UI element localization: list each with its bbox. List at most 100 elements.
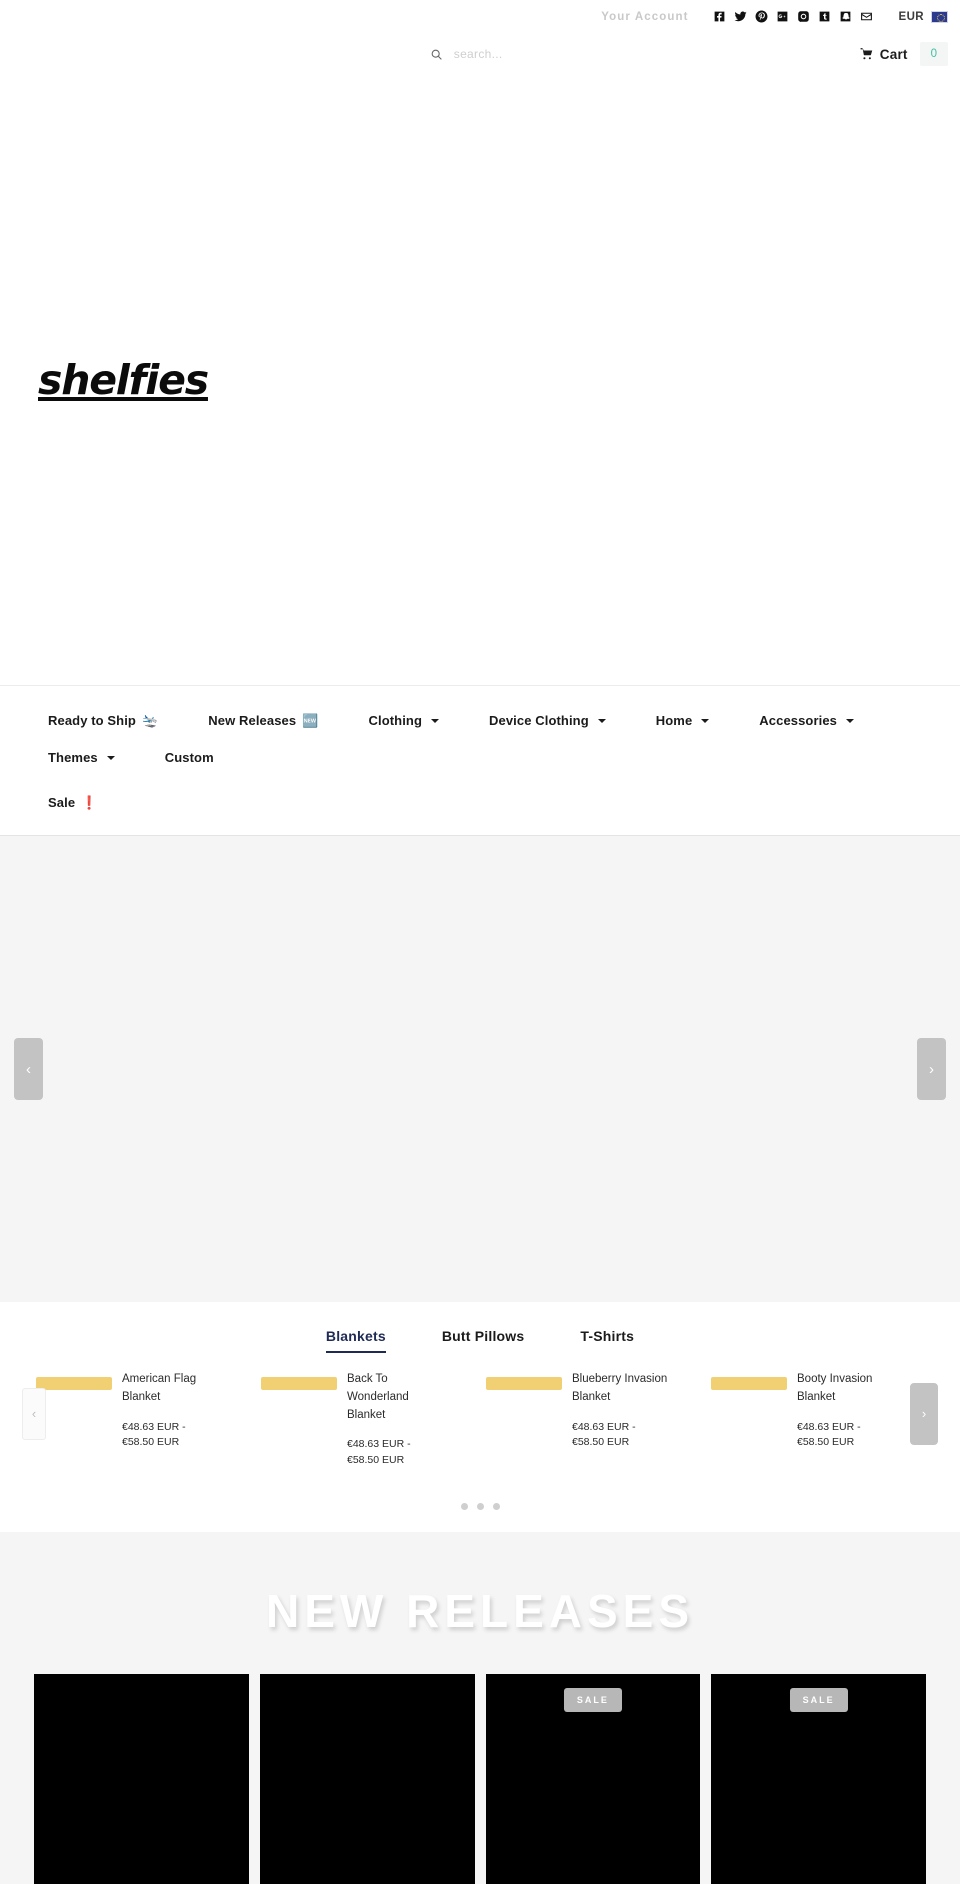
product-thumbnail xyxy=(36,1377,112,1390)
logo-block: shelfies xyxy=(0,75,960,685)
hero-next-button[interactable]: › xyxy=(917,1038,946,1100)
pinterest-icon[interactable] xyxy=(755,10,768,23)
sale-badge: SALE xyxy=(789,1687,848,1712)
social-links xyxy=(713,10,873,23)
nav-second-row: Sale ❗ xyxy=(34,784,934,821)
instagram-icon[interactable] xyxy=(797,10,810,23)
nav-item-custom[interactable]: Custom xyxy=(151,739,228,776)
snapchat-icon[interactable] xyxy=(839,10,852,23)
nav-item-ready-to-ship[interactable]: Ready to Ship 🛬 xyxy=(34,702,172,739)
twitter-icon[interactable] xyxy=(734,10,747,23)
nav-label: Custom xyxy=(164,750,214,765)
nav-item-device-clothing[interactable]: Device Clothing xyxy=(475,702,620,739)
product-card[interactable]: Blueberry Invasion Blanket €48.63 EUR - … xyxy=(480,1371,705,1469)
tab-butt-pillows[interactable]: Butt Pillows xyxy=(442,1328,525,1353)
product-title: Back To Wonderland Blanket xyxy=(347,1373,409,1421)
nav-item-new-releases[interactable]: New Releases 🆕 xyxy=(194,702,332,739)
product-thumbnail xyxy=(711,1377,787,1390)
main-navigation: Ready to Ship 🛬 New Releases 🆕 Clothing … xyxy=(0,685,960,836)
sale-badge: SALE xyxy=(563,1687,622,1712)
product-card[interactable]: American Flag Blanket €48.63 EUR - €58.5… xyxy=(30,1371,255,1469)
googleplus-icon[interactable] xyxy=(776,10,789,23)
product-price: €48.63 EUR - €58.50 EUR xyxy=(572,1420,636,1449)
chevron-down-icon xyxy=(701,718,710,723)
release-image xyxy=(259,1673,475,1884)
nav-label: Accessories xyxy=(759,713,838,728)
tab-blankets[interactable]: Blankets xyxy=(325,1328,386,1353)
airplane-icon: 🛬 xyxy=(141,713,159,728)
cart-group[interactable]: Cart 0 xyxy=(860,42,948,66)
product-carousel: ‹ American Flag Blanket €48.63 EUR - €58… xyxy=(0,1353,960,1475)
utility-bar: Your Account EUR xyxy=(0,0,960,33)
product-price: €48.63 EUR - €58.50 EUR xyxy=(347,1438,411,1467)
cart-label: Cart xyxy=(879,46,908,62)
tab-t-shirts[interactable]: T-Shirts xyxy=(580,1328,634,1353)
release-card[interactable] xyxy=(259,1673,475,1884)
carousel-track: American Flag Blanket €48.63 EUR - €58.5… xyxy=(0,1371,960,1469)
nav-label: Themes xyxy=(48,750,98,765)
nav-item-accessories[interactable]: Accessories xyxy=(745,702,868,739)
nav-label: Device Clothing xyxy=(489,713,589,728)
facebook-icon[interactable] xyxy=(713,10,726,23)
search-icon[interactable] xyxy=(430,48,443,61)
product-card[interactable]: Booty Invasion Blanket €48.63 EUR - €58.… xyxy=(705,1371,930,1469)
nav-label: Sale xyxy=(48,795,76,810)
carousel-pagination xyxy=(0,1474,960,1532)
release-image: SALE xyxy=(711,1673,926,1884)
carousel-dot-2[interactable] xyxy=(476,1502,484,1510)
nav-list: Ready to Ship 🛬 New Releases 🆕 Clothing … xyxy=(34,702,934,821)
product-info: Back To Wonderland Blanket €48.63 EUR - … xyxy=(347,1371,443,1469)
chevron-down-icon xyxy=(846,718,855,723)
nav-item-home[interactable]: Home xyxy=(642,702,724,739)
nav-label: Ready to Ship xyxy=(48,713,136,728)
product-thumbnail xyxy=(261,1377,337,1390)
currency-code: EUR xyxy=(898,10,924,23)
carousel-dot-1[interactable] xyxy=(460,1502,468,1510)
product-thumbnail xyxy=(486,1377,562,1390)
product-tabs-section: Blankets Butt Pillows T-Shirts xyxy=(0,1302,960,1353)
release-card[interactable]: SALE xyxy=(485,1673,701,1884)
cart-button[interactable]: Cart xyxy=(860,47,908,62)
product-title: Booty Invasion Blanket xyxy=(797,1373,873,1403)
product-info: Blueberry Invasion Blanket €48.63 EUR - … xyxy=(572,1371,668,1469)
nav-item-themes[interactable]: Themes xyxy=(34,739,129,776)
nav-label: Clothing xyxy=(368,713,423,728)
page-title: NEW RELEASES xyxy=(265,1584,695,1637)
release-card[interactable]: SALE xyxy=(711,1673,926,1884)
search-cart-row: Cart 0 xyxy=(0,33,960,75)
nav-item-clothing[interactable]: Clothing xyxy=(355,702,454,739)
product-tab-list: Blankets Butt Pillows T-Shirts xyxy=(0,1328,960,1353)
new-releases-section: NEW RELEASES SALE SALE xyxy=(0,1531,960,1884)
search-input[interactable] xyxy=(453,47,644,61)
site-logo[interactable]: shelfies xyxy=(38,356,209,404)
carousel-dot-3[interactable] xyxy=(492,1502,500,1510)
product-price: €48.63 EUR - €58.50 EUR xyxy=(122,1420,186,1449)
cart-count-badge: 0 xyxy=(919,42,948,66)
shopping-cart-icon xyxy=(860,47,874,61)
release-card[interactable] xyxy=(34,1673,249,1884)
release-image: SALE xyxy=(485,1673,701,1884)
carousel-next-button[interactable]: › xyxy=(910,1382,938,1445)
exclamation-icon: ❗ xyxy=(81,795,98,810)
search-form[interactable] xyxy=(430,47,670,61)
hero-prev-button[interactable]: ‹ xyxy=(14,1038,43,1100)
carousel-prev-button[interactable]: ‹ xyxy=(22,1387,46,1440)
product-title: American Flag Blanket xyxy=(122,1373,197,1403)
chevron-down-icon xyxy=(106,755,115,760)
product-price: €48.63 EUR - €58.50 EUR xyxy=(797,1420,861,1449)
product-info: Booty Invasion Blanket €48.63 EUR - €58.… xyxy=(797,1371,893,1469)
new-badge-icon: 🆕 xyxy=(302,713,319,728)
tumblr-icon[interactable] xyxy=(818,10,831,23)
new-releases-grid: SALE SALE xyxy=(0,1638,960,1884)
product-title: Blueberry Invasion Blanket xyxy=(572,1373,668,1403)
currency-selector[interactable]: EUR xyxy=(898,10,948,23)
email-icon[interactable] xyxy=(860,10,873,23)
account-link[interactable]: Your Account xyxy=(601,11,688,23)
chevron-down-icon xyxy=(597,718,606,723)
hero-slider: ‹ › xyxy=(0,836,960,1302)
product-card[interactable]: Back To Wonderland Blanket €48.63 EUR - … xyxy=(255,1371,480,1469)
nav-item-sale[interactable]: Sale ❗ xyxy=(34,784,111,821)
release-image xyxy=(34,1673,249,1884)
eu-flag-icon xyxy=(931,10,948,23)
chevron-down-icon xyxy=(431,718,440,723)
